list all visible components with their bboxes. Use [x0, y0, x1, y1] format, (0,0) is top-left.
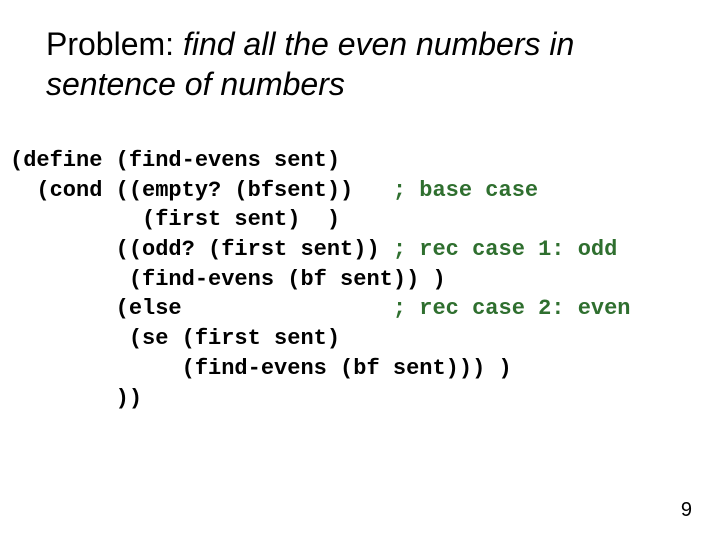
- slide: Problem: find all the even numbers in se…: [0, 0, 720, 540]
- code-line-7: (se (first sent): [10, 326, 340, 351]
- code-line-6: (else: [10, 296, 393, 321]
- code-line-9: )): [10, 386, 142, 411]
- code-line-1: (define (find-evens sent): [10, 148, 340, 173]
- code-comment-rec1: ; rec case 1: odd: [393, 237, 617, 262]
- title-prefix: Problem:: [46, 26, 183, 62]
- code-line-2: (cond ((empty? (bfsent)): [10, 178, 393, 203]
- page-number: 9: [681, 499, 692, 522]
- code-line-8: (find-evens (bf sent))) ): [10, 356, 512, 381]
- slide-title: Problem: find all the even numbers in se…: [46, 24, 680, 104]
- code-line-3: (first sent) ): [10, 207, 340, 232]
- code-comment-base: ; base case: [393, 178, 538, 203]
- code-line-4: ((odd? (first sent)): [10, 237, 393, 262]
- code-line-5: (find-evens (bf sent)) ): [10, 267, 446, 292]
- code-comment-rec2: ; rec case 2: even: [393, 296, 631, 321]
- code-block: (define (find-evens sent) (cond ((empty?…: [10, 146, 631, 413]
